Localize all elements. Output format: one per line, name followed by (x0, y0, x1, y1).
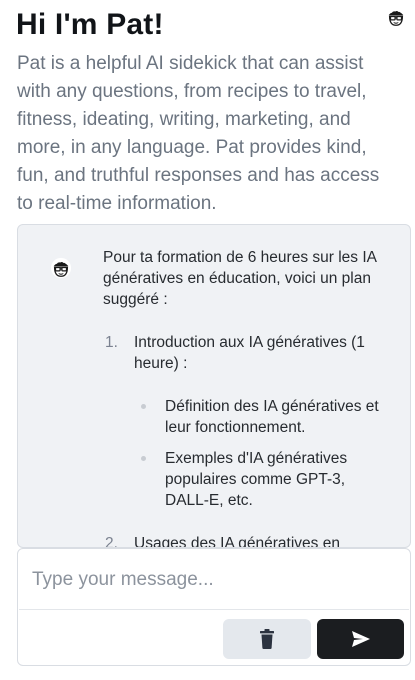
section-title: Usages des IA génératives en (134, 535, 340, 548)
section-bullets: Définition des IA génératives et leur fo… (134, 396, 393, 511)
message-input[interactable] (19, 550, 409, 610)
message-outline: 1. Introduction aux IA génératives (1 he… (103, 332, 393, 548)
bot-message: Pour ta formation de 6 heures sur les IA… (103, 247, 393, 548)
chat-page: Hi I'm Pat! Pat is a helpful AI sidekick… (0, 0, 415, 680)
section-title: Introduction aux IA génératives (1 heure… (134, 334, 365, 372)
page-title: Hi I'm Pat! (16, 8, 164, 41)
bullet-item: Exemples d'IA génératives populaires com… (134, 448, 393, 511)
section-number: 2. (105, 535, 118, 548)
bullet-item: Définition des IA génératives et leur fo… (134, 396, 393, 438)
trash-icon (260, 629, 274, 649)
chat-window[interactable]: Pour ta formation de 6 heures sur les IA… (17, 224, 411, 548)
outline-section: 2. Usages des IA génératives en (103, 533, 393, 548)
clear-chat-button[interactable] (223, 619, 311, 659)
section-number: 1. (105, 334, 118, 351)
bullet-dot (141, 456, 146, 461)
bullet-dot (141, 404, 146, 409)
outline-section: 1. Introduction aux IA génératives (1 he… (103, 332, 393, 511)
pat-avatar-icon[interactable] (385, 6, 407, 28)
bullet-text: Définition des IA génératives et leur fo… (165, 398, 379, 436)
send-button[interactable] (317, 619, 404, 659)
send-icon (351, 631, 370, 647)
intro-description: Pat is a helpful AI sidekick that can as… (17, 53, 380, 214)
pat-avatar-icon (50, 257, 72, 279)
bullet-text: Exemples d'IA génératives populaires com… (165, 450, 348, 509)
message-intro: Pour ta formation de 6 heures sur les IA… (103, 249, 377, 308)
message-composer (17, 548, 411, 666)
